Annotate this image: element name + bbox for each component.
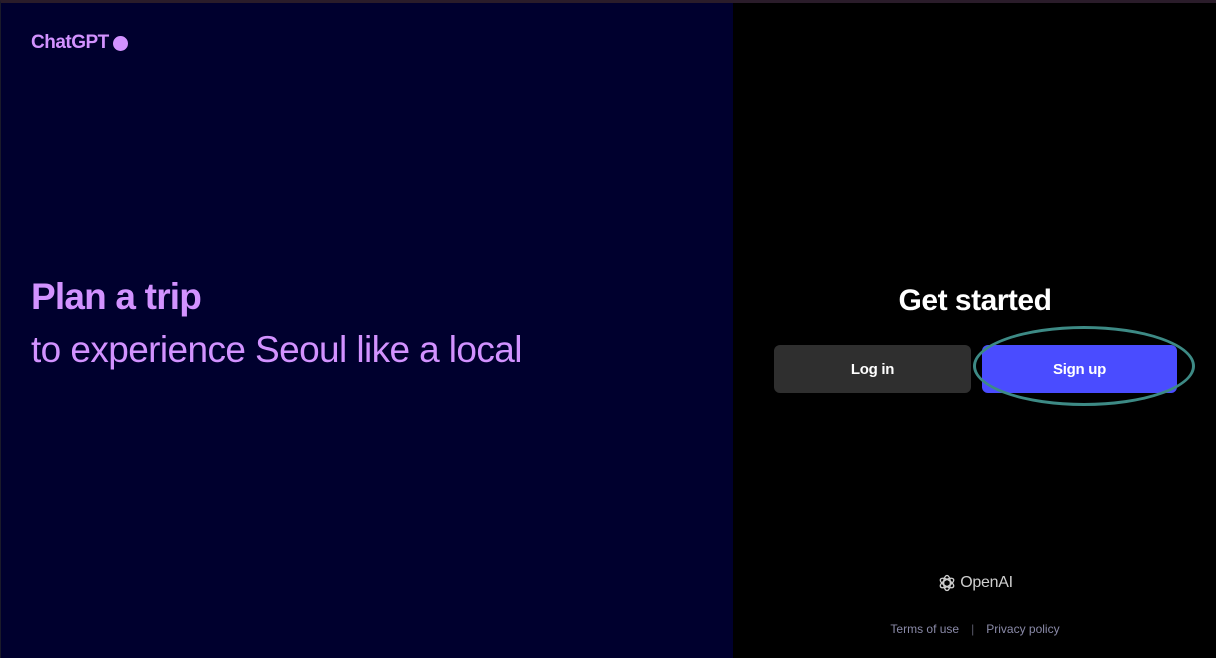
footer-links: Terms of use | Privacy policy	[733, 622, 1216, 636]
signup-button-label: Sign up	[1053, 360, 1106, 378]
login-button-label: Log in	[850, 360, 895, 378]
login-button[interactable]: Log in	[774, 345, 971, 393]
hero-headline: Plan a trip	[31, 276, 202, 317]
circle-dot-icon	[112, 35, 128, 51]
hero-subline: to experience Seoul like a local	[31, 329, 522, 370]
footer-separator: |	[971, 622, 975, 636]
get-started-title: Get started	[898, 284, 1052, 317]
hero-panel: ChatGPT Plan a trip to experience Seoul …	[1, 3, 733, 658]
privacy-link[interactable]: Privacy policy	[986, 622, 1059, 636]
terms-link[interactable]: Terms of use	[890, 622, 959, 636]
openai-logo-icon	[939, 574, 955, 592]
openai-brand: OpenAI	[733, 573, 1216, 593]
signup-button[interactable]: Sign up	[982, 345, 1177, 393]
brand-logo: ChatGPT	[31, 32, 128, 54]
openai-name: OpenAI	[960, 574, 1013, 591]
auth-panel: Get started Log in Sign up OpenAI Terms …	[733, 3, 1216, 658]
brand-name: ChatGPT	[31, 32, 109, 53]
page-frame: ChatGPT Plan a trip to experience Seoul …	[0, 0, 1216, 658]
